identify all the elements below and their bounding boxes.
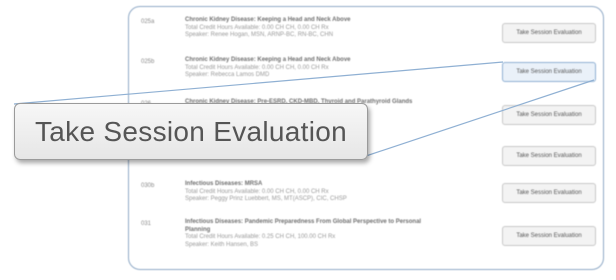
callout-zoom-box: Take Session Evaluation xyxy=(14,103,368,160)
callout-label: Take Session Evaluation xyxy=(35,115,347,147)
